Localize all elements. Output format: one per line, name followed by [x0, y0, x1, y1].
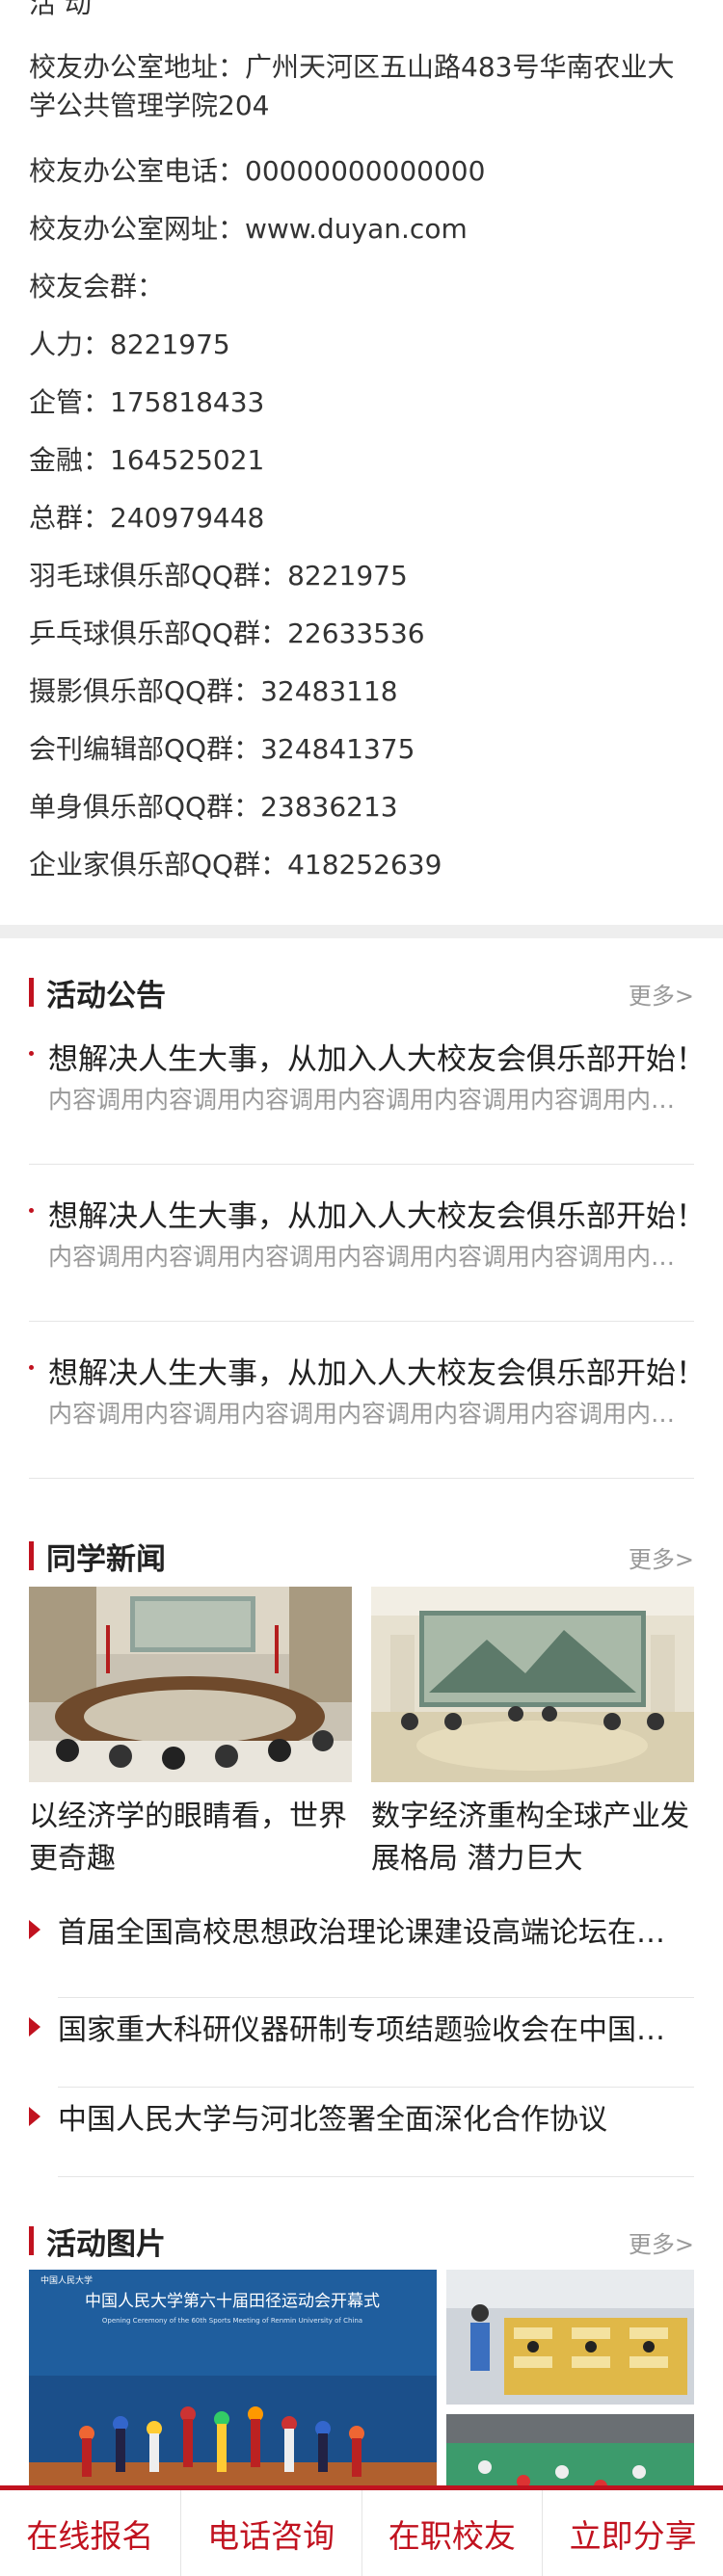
working-alumni-button[interactable]: 在职校友: [362, 2490, 544, 2576]
news-photo-meeting-room: [29, 1587, 352, 1782]
notice-desc: 内容调用内容调用内容调用内容调用内容调用内容调用内容调用: [48, 1086, 694, 1114]
notices-header: 活动公告 更多>: [29, 938, 694, 1035]
group-badminton: 羽毛球俱乐部QQ群：8221975: [29, 560, 408, 591]
news-headline: 首届全国高校思想政治理论课建设高端论坛在中国人民大学举行: [58, 1916, 675, 1950]
online-signup-button[interactable]: 在线报名: [0, 2490, 181, 2576]
triangle-bullet-icon: [29, 1920, 40, 1939]
more-link[interactable]: 更多>: [629, 2225, 694, 2259]
group-hr: 人力：8221975: [29, 329, 230, 360]
banner-title: 中国人民大学第六十届田径运动会开幕式: [85, 2292, 380, 2311]
more-link[interactable]: 更多>: [629, 1540, 694, 1574]
notice-title: 想解决人生大事，从加入人大校友会俱乐部开始！: [48, 1356, 706, 1391]
group-singles: 单身俱乐部QQ群：23836213: [29, 791, 398, 823]
office-phone: 校友办公室电话：00000000000000: [29, 155, 486, 187]
news-list-item[interactable]: 首届全国高校思想政治理论课建设高端论坛在中国人民大学举行: [29, 1908, 694, 1998]
section-title: 活动公告: [46, 979, 166, 1013]
section-divider: [0, 925, 723, 938]
photos-header: 活动图片 更多>: [29, 2187, 694, 2270]
more-link[interactable]: 更多>: [629, 977, 694, 1011]
contact-section: 活 动 校友办公室地址：广州天河区五山路483号华南农业大学公共管理学院204 …: [0, 0, 723, 925]
photo-classroom[interactable]: [446, 2270, 694, 2405]
news-caption: 数字经济重构全球产业发展格局 潜力巨大: [371, 1800, 689, 1876]
news-section: 同学新闻 更多> 以经济学的眼睛看，世界更奇趣 数字经济重构全球产业发展格局 潜…: [0, 1502, 723, 2177]
notice-title: 想解决人生大事，从加入人大校友会俱乐部开始！: [48, 1199, 706, 1234]
notices-section: 活动公告 更多> 想解决人生大事，从加入人大校友会俱乐部开始！ 内容调用内容调用…: [0, 938, 723, 1479]
bullet-icon: [29, 1208, 34, 1213]
bottom-action-bar: 在线报名 电话咨询 在职校友 立即分享: [0, 2485, 723, 2576]
group-photography: 摄影俱乐部QQ群：32483118: [29, 675, 398, 707]
group-pingpong: 乒乓球俱乐部QQ群：22633536: [29, 618, 425, 649]
notice-item[interactable]: 想解决人生大事，从加入人大校友会俱乐部开始！ 内容调用内容调用内容调用内容调用内…: [29, 1035, 706, 1165]
section-title: 活动图片: [46, 2227, 166, 2262]
notice-item[interactable]: 想解决人生大事，从加入人大校友会俱乐部开始！ 内容调用内容调用内容调用内容调用内…: [29, 1349, 706, 1479]
news-card[interactable]: 以经济学的眼睛看，世界更奇趣: [29, 1587, 352, 1880]
news-caption: 以经济学的眼睛看，世界更奇趣: [29, 1800, 347, 1876]
office-website: 校友办公室网址：www.duyan.com: [29, 213, 468, 245]
news-photo-reception-hall: [371, 1587, 694, 1782]
phone-consult-button[interactable]: 电话咨询: [181, 2490, 362, 2576]
section-title: 同学新闻: [46, 1542, 166, 1577]
news-cards: 以经济学的眼睛看，世界更奇趣 数字经济重构全球产业发展格局 潜力巨大: [29, 1587, 694, 1895]
accent-bar: [29, 978, 34, 1007]
group-editorial: 会刊编辑部QQ群：324841375: [29, 733, 415, 765]
group-general: 总群：240979448: [29, 502, 265, 534]
news-headline: 中国人民大学与河北签署全面深化合作协议: [58, 2103, 607, 2137]
logo-text: 中国人民大学: [40, 2274, 93, 2286]
group-management: 企管：175818433: [29, 386, 265, 418]
share-now-button[interactable]: 立即分享: [543, 2490, 723, 2576]
notice-desc: 内容调用内容调用内容调用内容调用内容调用内容调用内容调用: [48, 1243, 694, 1271]
news-list-item[interactable]: 国家重大科研仪器研制专项结题验收会在中国人民大学召开: [29, 1998, 694, 2088]
alumni-groups-label: 校友会群：: [29, 271, 165, 302]
notice-title: 想解决人生大事，从加入人大校友会俱乐部开始！: [48, 1042, 706, 1077]
accent-bar: [29, 2226, 34, 2255]
triangle-bullet-icon: [29, 2107, 40, 2126]
bullet-icon: [29, 1365, 34, 1370]
news-list-item[interactable]: 中国人民大学与河北签署全面深化合作协议: [29, 2088, 694, 2177]
news-headline: 国家重大科研仪器研制专项结题验收会在中国人民大学召开: [58, 2013, 675, 2047]
notice-item[interactable]: 想解决人生大事，从加入人大校友会俱乐部开始！ 内容调用内容调用内容调用内容调用内…: [29, 1192, 706, 1322]
section-heading-cutoff: 活 动: [29, 0, 92, 19]
notice-desc: 内容调用内容调用内容调用内容调用内容调用内容调用内容调用: [48, 1400, 694, 1428]
accent-bar: [29, 1541, 34, 1570]
banner-subtitle: Opening Ceremony of the 60th Sports Meet…: [102, 2317, 362, 2325]
group-entrepreneurs: 企业家俱乐部QQ群：418252639: [29, 849, 442, 881]
page: 活 动 校友办公室地址：广州天河区五山路483号华南农业大学公共管理学院204 …: [0, 0, 723, 2559]
triangle-bullet-icon: [29, 2017, 40, 2037]
news-card[interactable]: 数字经济重构全球产业发展格局 潜力巨大: [371, 1587, 694, 1880]
group-finance: 金融：164525021: [29, 444, 265, 476]
news-header: 同学新闻 更多>: [29, 1502, 694, 1587]
office-address: 校友办公室地址：广州天河区五山路483号华南农业大学公共管理学院204: [29, 51, 675, 121]
bullet-icon: [29, 1051, 34, 1056]
